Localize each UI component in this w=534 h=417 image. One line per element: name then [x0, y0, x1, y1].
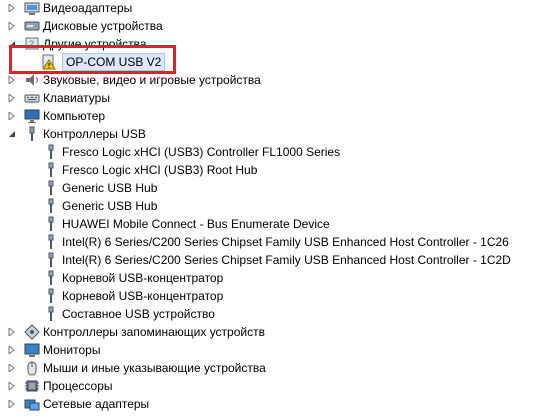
tree-item-storage-controllers[interactable]: Контроллеры запоминающих устройств [0, 323, 534, 341]
usb-plug-icon [43, 162, 59, 178]
usb-device-item[interactable]: Intel(R) 6 Series/C200 Series Chipset Fa… [0, 251, 534, 269]
tree-item-sound-devices[interactable]: Звуковые, видео и игровые устройства [0, 71, 534, 89]
mouse-icon [24, 360, 40, 376]
usb-plug-icon [43, 252, 59, 268]
tree-item-label: Компьютер [43, 109, 106, 123]
tree-item-keyboards[interactable]: Клавиатуры [0, 89, 534, 107]
expand-arrow-icon[interactable] [8, 107, 17, 125]
usb-device-item[interactable]: HUAWEI Mobile Connect - Bus Enumerate De… [0, 215, 534, 233]
usb-plug-icon [43, 234, 59, 250]
sound-icon [24, 72, 40, 88]
usb-device-item[interactable]: Fresco Logic xHCI (USB3) Controller FL10… [0, 143, 534, 161]
expand-arrow-icon[interactable] [8, 0, 17, 17]
tree-item-video-adapters[interactable]: Видеоадаптеры [0, 0, 534, 17]
tree-item-disk-drives[interactable]: Дисковые устройства [0, 17, 534, 35]
usb-plug-icon [43, 198, 59, 214]
tree-item-monitors[interactable]: Мониторы [0, 341, 534, 359]
expand-arrow-icon[interactable] [8, 341, 17, 359]
tree-item-label: Generic USB Hub [62, 181, 158, 195]
tree-item-processors[interactable]: Процессоры [0, 377, 534, 395]
tree-item-label: Контроллеры запоминающих устройств [43, 325, 265, 339]
tree-item-network-adapters[interactable]: Сетевые адаптеры [0, 395, 534, 413]
tree-item-label: Корневой USB-концентратор [62, 271, 224, 285]
tree-item-label: Корневой USB-концентратор [62, 289, 224, 303]
usb-device-item[interactable]: Корневой USB-концентратор [0, 287, 534, 305]
usb-plug-icon [43, 216, 59, 232]
tree-item-label: Generic USB Hub [62, 199, 158, 213]
computer-icon [24, 108, 40, 124]
processor-icon [24, 378, 40, 394]
tree-item-label: Fresco Logic xHCI (USB3) Controller FL10… [62, 145, 341, 159]
expand-arrow-icon[interactable] [8, 377, 17, 395]
network-adapter-icon [24, 396, 40, 412]
tree-item-label: Составное USB устройство [62, 307, 215, 321]
usb-device-item[interactable]: Generic USB Hub [0, 197, 534, 215]
expand-arrow-icon[interactable] [8, 395, 17, 413]
tree-item-label: HUAWEI Mobile Connect - Bus Enumerate De… [62, 217, 330, 231]
tree-item-label: Клавиатуры [43, 91, 110, 105]
tree-item-label: Мониторы [43, 343, 101, 357]
tree-item-label: Мыши и иные указывающие устройства [43, 361, 266, 375]
keyboard-icon [24, 90, 40, 106]
tree-item-label: Сетевые адаптеры [43, 397, 150, 411]
tree-item-mice[interactable]: Мыши и иные указывающие устройства [0, 359, 534, 377]
tree-item-label: Видеоадаптеры [43, 1, 133, 15]
usb-plug-icon [43, 306, 59, 322]
expand-arrow-icon[interactable] [8, 89, 17, 107]
storage-controller-icon [24, 324, 40, 340]
expand-arrow-icon[interactable] [8, 359, 17, 377]
usb-device-item[interactable]: Корневой USB-концентратор [0, 269, 534, 287]
tree-item-label: Fresco Logic xHCI (USB3) Root Hub [62, 163, 258, 177]
usb-device-item[interactable]: Составное USB устройство [0, 305, 534, 323]
usb-plug-icon [43, 270, 59, 286]
usb-controller-icon [24, 126, 40, 142]
usb-plug-icon [43, 180, 59, 196]
disk-drive-icon [24, 18, 40, 34]
tree-item-label: Дисковые устройства [43, 19, 163, 33]
usb-plug-icon [43, 288, 59, 304]
expand-arrow-icon[interactable] [8, 17, 17, 35]
expand-arrow-icon[interactable] [8, 71, 17, 89]
tree-item-label: Intel(R) 6 Series/C200 Series Chipset Fa… [62, 253, 511, 267]
collapse-arrow-icon[interactable] [8, 125, 17, 143]
usb-device-item[interactable]: Generic USB Hub [0, 179, 534, 197]
tree-item-label: Звуковые, видео и игровые устройства [43, 73, 261, 87]
tree-item-usb-controllers[interactable]: Контроллеры USB [0, 125, 534, 143]
usb-plug-icon [43, 144, 59, 160]
red-highlight-frame [9, 45, 176, 74]
usb-device-item[interactable]: Fresco Logic xHCI (USB3) Root Hub [0, 161, 534, 179]
tree-item-label: Процессоры [43, 379, 113, 393]
tree-item-label: Контроллеры USB [43, 127, 146, 141]
tree-item-computer[interactable]: Компьютер [0, 107, 534, 125]
display-adapter-icon [24, 0, 40, 16]
tree-item-label: Intel(R) 6 Series/C200 Series Chipset Fa… [62, 235, 509, 249]
monitor-icon [24, 342, 40, 358]
expand-arrow-icon[interactable] [8, 323, 17, 341]
usb-device-item[interactable]: Intel(R) 6 Series/C200 Series Chipset Fa… [0, 233, 534, 251]
